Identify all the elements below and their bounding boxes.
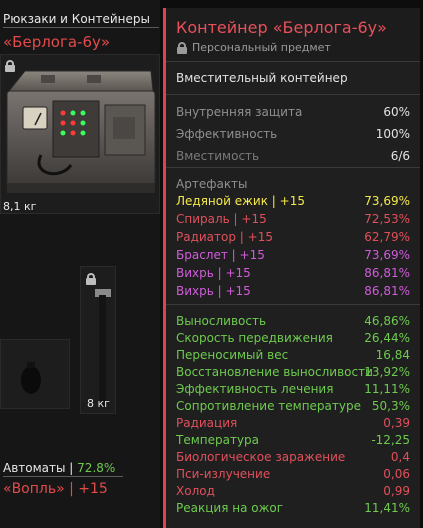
effects-section: Выносливость 46,86% Скорость передвижени… xyxy=(166,306,420,528)
container-image xyxy=(6,70,156,193)
artifact-label: Ледяной ежик | +15 xyxy=(176,194,305,208)
effect-label: Температура xyxy=(176,433,260,447)
artifact-value: 62,79% xyxy=(364,230,410,244)
effect-row: Биологическое заражение 0,4 xyxy=(176,450,410,467)
lock-icon xyxy=(177,42,187,54)
inventory-item-name: «Берлога-6у» xyxy=(3,33,111,51)
effect-label: Скорость передвижения xyxy=(176,331,333,345)
stat-row: Эффективность 100% xyxy=(176,127,410,144)
artifact-value: 72,53% xyxy=(364,212,410,226)
effect-label: Переносимый вес xyxy=(176,348,289,362)
effect-value: 0,06 xyxy=(383,467,410,481)
artifacts-section: Артефакты Ледяной ежик | +15 73,69% Спир… xyxy=(166,169,420,305)
stat-value: 60% xyxy=(383,105,410,119)
effect-value: 11,11% xyxy=(364,382,410,396)
effect-label: Реакция на ожог xyxy=(176,501,284,515)
effect-value: 26,44% xyxy=(364,331,410,345)
effect-value: 11,41% xyxy=(364,501,410,515)
pickaxe-weight: 8 кг xyxy=(87,397,110,410)
effect-value: 16,84 xyxy=(375,348,410,362)
effect-label: Сопротивление температуре xyxy=(176,399,361,413)
bottom-item-name: «Вопль» | +15 xyxy=(3,481,108,497)
effect-row: Холод 0,99 xyxy=(176,484,410,501)
stats-section: Внутренняя защита 60% Эффективность 100%… xyxy=(166,96,420,168)
effect-row: Пси-излучение 0,06 xyxy=(176,467,410,484)
effect-value: 50,3% xyxy=(371,399,410,413)
artifacts-heading: Артефакты xyxy=(176,177,248,191)
grenade-image xyxy=(21,362,41,394)
artifact-label: Спираль | +15 xyxy=(176,212,267,226)
effect-label: Холод xyxy=(176,484,215,498)
effect-value: 0,99 xyxy=(383,484,410,498)
artifact-row: Спираль | +15 72,53% xyxy=(176,212,410,229)
pickaxe-image xyxy=(95,289,111,407)
bottom-category-label: Автоматы | 72.8% xyxy=(3,461,123,477)
effect-row: Выносливость 46,86% xyxy=(176,314,410,331)
container-weight: 8,1 кг xyxy=(3,200,37,213)
bottom-category-percent: 72.8% xyxy=(77,461,116,475)
effect-row: Эффективность лечения 11,11% xyxy=(176,382,410,399)
tooltip-subtitle: Персональный предмет xyxy=(192,41,331,54)
effect-value: 0,4 xyxy=(390,450,410,464)
effect-label: Восстановление выносливости xyxy=(176,365,373,379)
artifact-row: Радиатор | +15 62,79% xyxy=(176,230,410,247)
tooltip-title: Контейнер «Берлога-6у» xyxy=(176,18,387,37)
artifact-row: Вихрь | +15 86,81% xyxy=(176,266,410,283)
effect-label: Радиация xyxy=(176,416,238,430)
artifact-row: Вихрь | +15 86,81% xyxy=(176,284,410,301)
effect-value: 46,86% xyxy=(364,314,410,328)
effect-row: Радиация 0,39 xyxy=(176,416,410,433)
stat-label: Внутренняя защита xyxy=(176,105,303,119)
stat-value: 100% xyxy=(375,127,410,141)
artifact-value: 73,69% xyxy=(364,194,410,208)
effect-row: Скорость передвижения 26,44% xyxy=(176,331,410,348)
artifact-label: Вихрь | +15 xyxy=(176,266,251,280)
effect-value: 0,39 xyxy=(383,416,410,430)
artifact-label: Радиатор | +15 xyxy=(176,230,273,244)
grenade-item-slot[interactable] xyxy=(0,339,70,409)
artifact-value: 73,69% xyxy=(364,248,410,262)
artifact-label: Браслет | +15 xyxy=(176,248,265,262)
effect-value: 13,92% xyxy=(364,365,410,379)
inventory-panel: Рюкзаки и Контейнеры «Берлога-6у» 8,1 кг… xyxy=(0,0,160,528)
tooltip-header: Контейнер «Берлога-6у» Персональный пред… xyxy=(166,8,420,62)
effect-row: Сопротивление температуре 50,3% xyxy=(176,399,410,416)
container-item-slot[interactable]: 8,1 кг xyxy=(0,54,160,214)
effect-label: Выносливость xyxy=(176,314,267,328)
effect-row: Переносимый вес 16,84 xyxy=(176,348,410,365)
artifact-label: Вихрь | +15 xyxy=(176,284,251,298)
effect-row: Восстановление выносливости 13,92% xyxy=(176,365,410,382)
stat-row: Внутренняя защита 60% xyxy=(176,105,410,122)
effect-label: Биологическое заражение xyxy=(176,450,346,464)
item-description: Вместительный контейнер xyxy=(176,71,348,85)
description-section: Вместительный контейнер xyxy=(166,63,420,95)
bottom-category-text: Автоматы | xyxy=(3,461,74,475)
inventory-category-label: Рюкзаки и Контейнеры xyxy=(3,12,159,28)
artifact-row: Браслет | +15 73,69% xyxy=(176,248,410,265)
pickaxe-item-slot[interactable]: 8 кг xyxy=(80,266,116,414)
effect-row: Температура -12,25 xyxy=(176,433,410,450)
item-tooltip-panel: Контейнер «Берлога-6у» Персональный пред… xyxy=(163,8,420,528)
stat-row: Вместимость 6/6 xyxy=(176,149,410,166)
effect-label: Эффективность лечения xyxy=(176,382,334,396)
stat-label: Вместимость xyxy=(176,149,260,163)
stat-value: 6/6 xyxy=(390,149,410,163)
effect-value: -12,25 xyxy=(371,433,410,447)
effect-label: Пси-излучение xyxy=(176,467,271,481)
artifact-value: 86,81% xyxy=(364,266,410,280)
artifact-row: Ледяной ежик | +15 73,69% xyxy=(176,194,410,211)
effect-row: Реакция на ожог 11,41% xyxy=(176,501,410,518)
artifact-value: 86,81% xyxy=(364,284,410,298)
stat-label: Эффективность xyxy=(176,127,278,141)
